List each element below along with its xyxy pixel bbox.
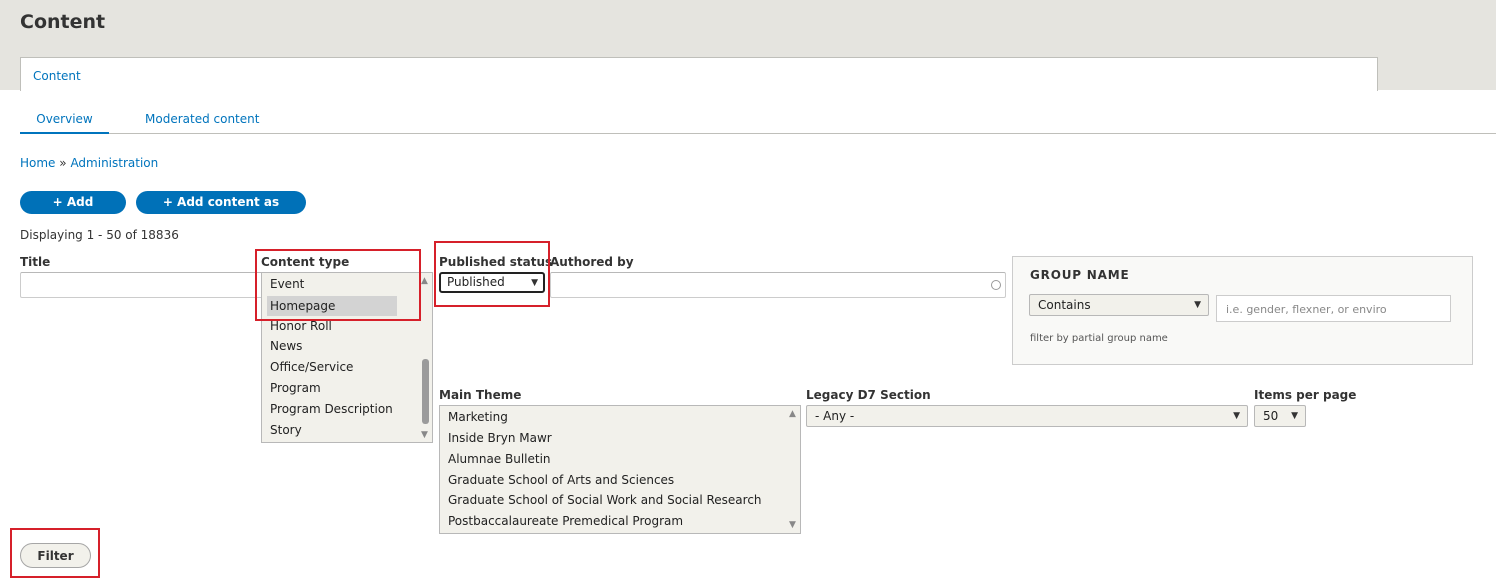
scroll-thumb[interactable] [422, 359, 429, 424]
filter-button-highlight [10, 528, 100, 578]
published-status-highlight [434, 241, 550, 307]
legacy-section-value: - Any - [815, 409, 855, 423]
main-theme-listbox[interactable]: Marketing Inside Bryn Mawr Alumnae Bulle… [439, 405, 801, 534]
content-type-option[interactable]: Office/Service [270, 360, 353, 374]
result-count: Displaying 1 - 50 of 18836 [20, 228, 179, 242]
group-name-operator-select[interactable]: Contains ▼ [1029, 294, 1209, 316]
tab-overview[interactable]: Overview [20, 112, 109, 134]
breadcrumb-separator: » [59, 156, 67, 170]
items-per-page-label: Items per page [1254, 388, 1357, 402]
breadcrumb-administration[interactable]: Administration [70, 156, 158, 170]
scroll-up-icon[interactable]: ▲ [421, 276, 428, 286]
scroll-down-icon[interactable]: ▼ [421, 430, 428, 440]
legacy-section-label: Legacy D7 Section [806, 388, 931, 402]
autocomplete-icon [991, 280, 1001, 290]
group-name-title: GROUP NAME [1030, 268, 1130, 282]
scroll-up-icon[interactable]: ▲ [789, 409, 796, 419]
content-type-option[interactable]: Honor Roll [270, 319, 332, 333]
main-theme-option[interactable]: Graduate School of Arts and Sciences [448, 473, 674, 487]
main-theme-option[interactable]: Marketing [448, 410, 508, 424]
chevron-down-icon: ▼ [1233, 411, 1240, 421]
add-content-metatag-button[interactable]: + Add content as Metatag [136, 191, 306, 232]
items-per-page-value: 50 [1263, 409, 1279, 423]
main-theme-scrollbar[interactable]: ▲ ▼ [786, 406, 800, 533]
scroll-down-icon[interactable]: ▼ [789, 520, 796, 530]
legacy-section-select[interactable]: - Any - ▼ [806, 405, 1248, 427]
main-theme-option[interactable]: Postbaccalaureate Premedical Program [448, 514, 683, 528]
group-name-description: filter by partial group name [1030, 333, 1168, 344]
content-type-option[interactable]: News [270, 339, 302, 353]
content-type-option[interactable]: Story [270, 423, 302, 437]
page-title: Content [20, 11, 106, 33]
group-name-fieldset: GROUP NAME Contains ▼ filter by partial … [1012, 256, 1473, 365]
breadcrumb: Home » Administration [20, 156, 158, 170]
title-filter-label: Title [20, 255, 51, 269]
breadcrumb-home[interactable]: Home [20, 156, 55, 170]
content-type-option[interactable]: Program [270, 381, 321, 395]
authored-by-label: Authored by [550, 255, 634, 269]
page-header: Content Content [0, 0, 1496, 91]
tab-content-label: Content [33, 69, 81, 83]
main-theme-option[interactable]: Graduate School of Social Work and Socia… [448, 493, 762, 507]
add-content-button[interactable]: + Add content [20, 191, 126, 232]
title-filter-input[interactable] [20, 272, 270, 298]
group-name-input-wrapper [1216, 295, 1451, 322]
main-theme-option[interactable]: Inside Bryn Mawr [448, 431, 552, 445]
group-name-input[interactable] [1224, 302, 1444, 317]
tab-moderated-content[interactable]: Moderated content [145, 112, 259, 126]
content-type-highlight [255, 249, 421, 321]
group-name-operator-value: Contains [1038, 298, 1091, 312]
main-theme-option[interactable]: Alumnae Bulletin [448, 452, 551, 466]
main-theme-label: Main Theme [439, 388, 522, 402]
chevron-down-icon: ▼ [1194, 300, 1201, 310]
authored-by-input[interactable] [550, 272, 1006, 298]
chevron-down-icon: ▼ [1291, 411, 1298, 421]
items-per-page-select[interactable]: 50 ▼ [1254, 405, 1306, 427]
tab-content[interactable]: Content [20, 57, 1378, 91]
secondary-tabs: Overview Moderated content [20, 110, 1496, 134]
content-type-option[interactable]: Program Description [270, 402, 393, 416]
